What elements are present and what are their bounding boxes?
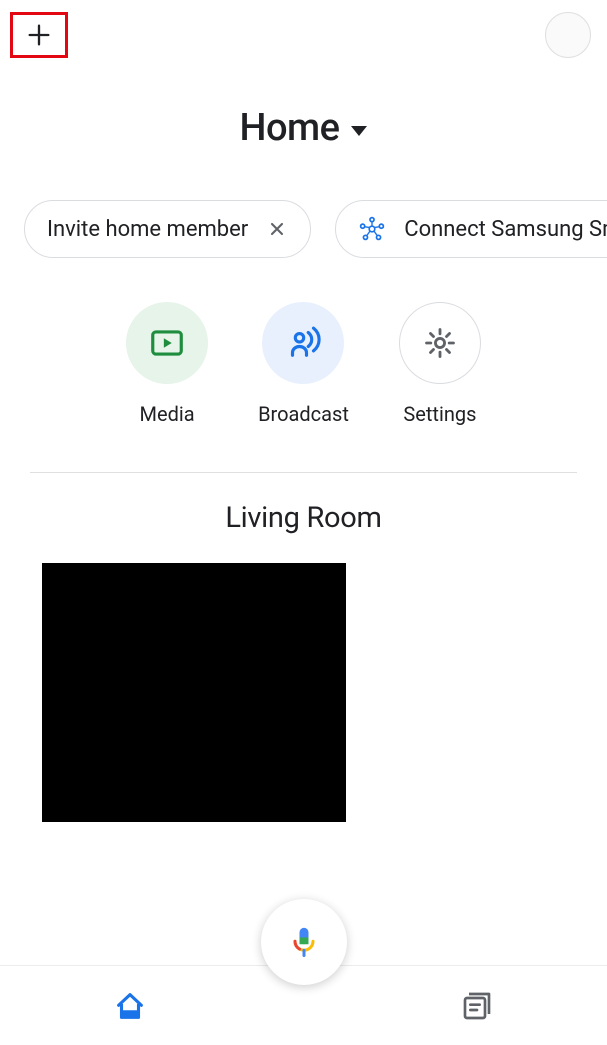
plus-icon <box>25 21 53 49</box>
action-circle <box>262 302 344 384</box>
microphone-icon <box>286 924 322 960</box>
chevron-down-icon <box>351 126 367 136</box>
action-label: Settings <box>403 402 476 426</box>
chip-label: Connect Samsung Sma <box>404 217 607 242</box>
chip-label: Invite home member <box>47 217 248 242</box>
home-icon <box>113 989 147 1023</box>
home-selector[interactable]: Home <box>0 106 607 150</box>
action-broadcast[interactable]: Broadcast <box>258 302 349 426</box>
account-avatar[interactable] <box>545 12 591 58</box>
chip-invite-member[interactable]: Invite home member <box>24 200 311 258</box>
gear-icon <box>423 326 457 360</box>
action-media[interactable]: Media <box>126 302 208 426</box>
smartthings-icon <box>358 215 386 243</box>
divider <box>30 472 577 473</box>
close-icon[interactable] <box>266 218 288 240</box>
action-circle <box>399 302 481 384</box>
home-title: Home <box>240 106 340 150</box>
action-settings[interactable]: Settings <box>399 302 481 426</box>
action-label: Media <box>140 402 195 426</box>
top-bar <box>0 0 607 58</box>
device-tile[interactable] <box>42 563 346 822</box>
feed-icon <box>461 990 493 1022</box>
add-button[interactable] <box>23 19 55 51</box>
chip-connect-samsung[interactable]: Connect Samsung Sma <box>335 200 607 258</box>
voice-assistant-button[interactable] <box>261 899 347 985</box>
play-icon <box>148 324 186 362</box>
suggestion-chips: Invite home member Connect Samsung <box>0 200 607 258</box>
nav-feed[interactable] <box>347 990 607 1022</box>
action-circle <box>126 302 208 384</box>
broadcast-icon <box>282 322 324 364</box>
action-label: Broadcast <box>258 402 349 426</box>
nav-home[interactable] <box>0 989 261 1023</box>
room-title: Living Room <box>0 501 607 535</box>
add-button-highlight <box>10 12 68 58</box>
quick-actions: Media Broadcast Settings <box>0 302 607 426</box>
